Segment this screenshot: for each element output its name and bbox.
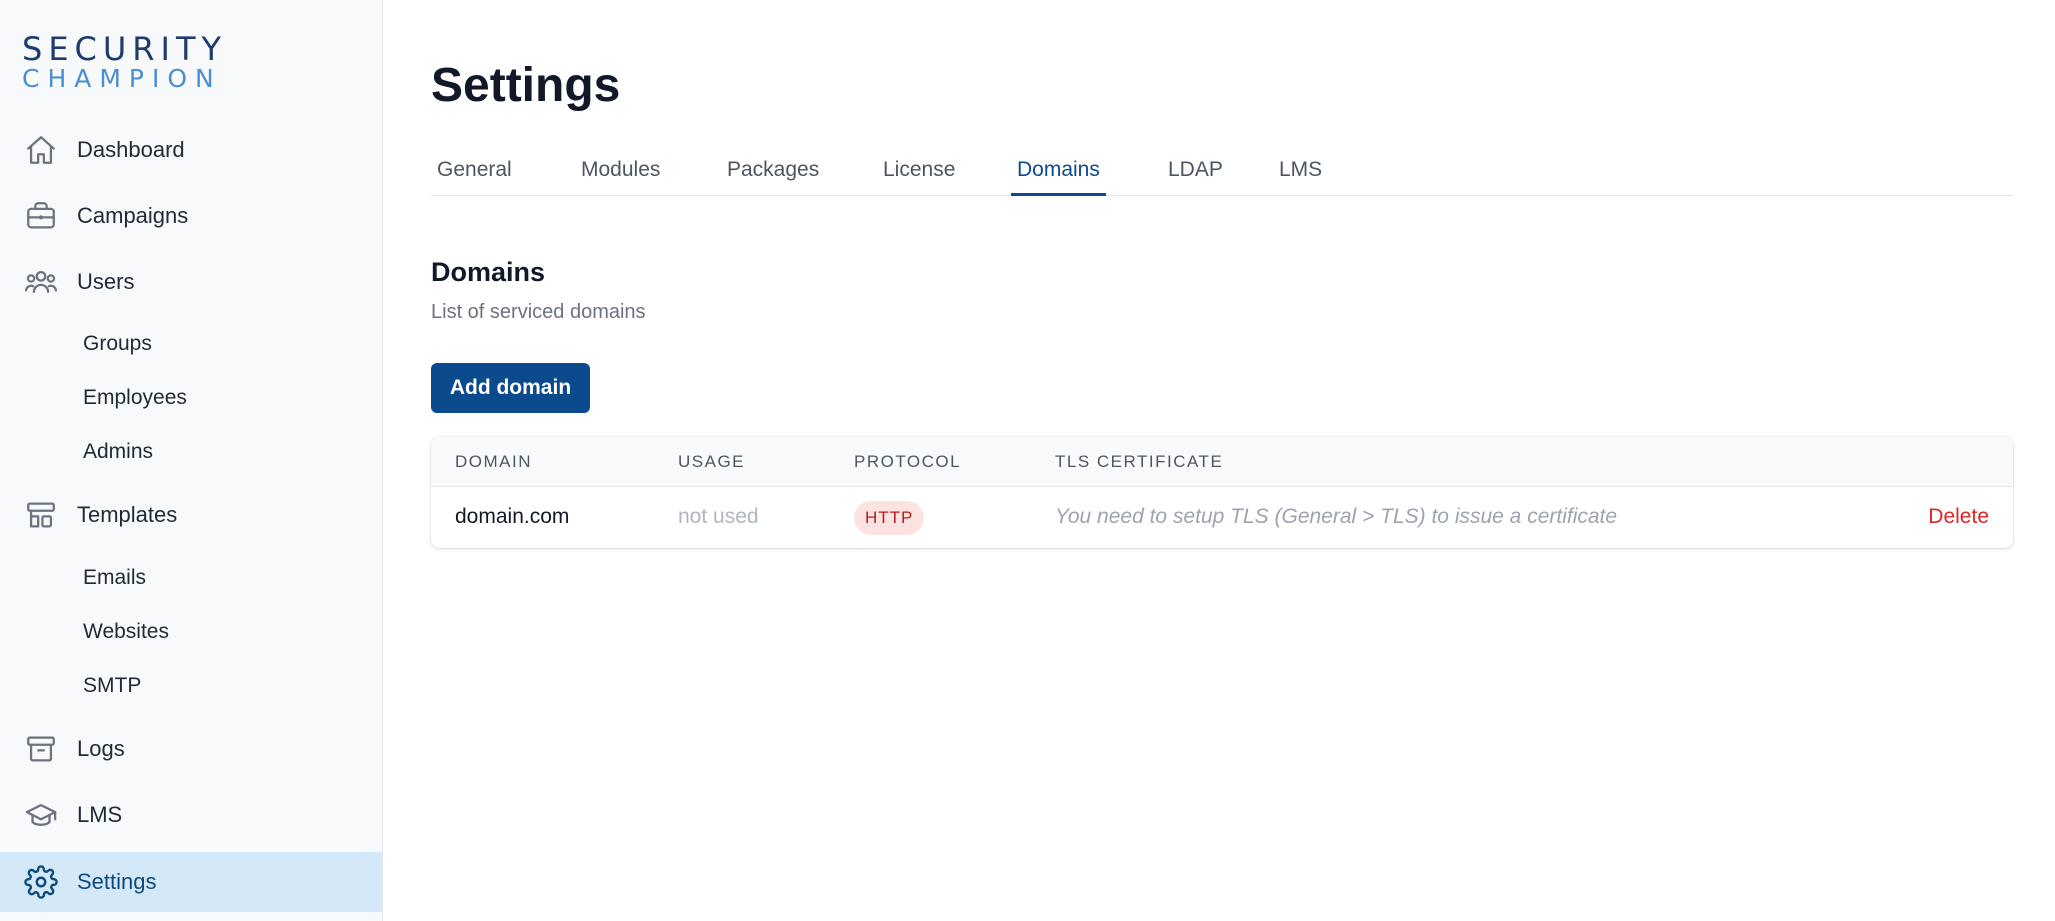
sidebar-item-label: LMS: [77, 802, 123, 827]
sidebar-subitem-smtp[interactable]: SMTP: [0, 662, 382, 710]
sidebar-subitem-employees[interactable]: Employees: [0, 374, 382, 422]
logo-line1: SECURITY: [22, 30, 228, 68]
sidebar-item-label: Emails: [83, 566, 147, 589]
sidebar-item-lms[interactable]: LMS: [0, 786, 382, 844]
settings-tabs: General Modules Packages License Domains…: [431, 150, 2013, 196]
graduation-cap-icon: [24, 798, 58, 832]
sidebar-subitem-websites[interactable]: Websites: [0, 608, 382, 656]
column-header-domain: DOMAIN: [455, 452, 532, 471]
sidebar-item-templates[interactable]: Templates: [0, 486, 382, 544]
sidebar-item-users[interactable]: Users: [0, 253, 382, 311]
sidebar: SECURITY CHAMPION Dashboard Campaigns Us…: [0, 0, 383, 921]
sidebar-item-label: Users: [77, 269, 135, 294]
sidebar-item-label: Dashboard: [77, 137, 185, 162]
security-champion-logo[interactable]: SECURITY CHAMPION: [22, 30, 221, 96]
tab-packages[interactable]: Packages: [721, 158, 825, 196]
tab-lms[interactable]: LMS: [1273, 158, 1328, 196]
sidebar-item-settings[interactable]: Settings: [0, 852, 382, 912]
sidebar-item-label: Groups: [83, 332, 152, 355]
users-icon: [24, 265, 58, 299]
delete-domain-link[interactable]: Delete: [1928, 505, 1989, 529]
home-icon: [24, 133, 58, 167]
sidebar-subitem-groups[interactable]: Groups: [0, 320, 382, 368]
sidebar-subitem-admins[interactable]: Admins: [0, 428, 382, 476]
column-header-protocol: PROTOCOL: [854, 452, 962, 471]
add-domain-button[interactable]: Add domain: [431, 363, 590, 413]
tab-ldap[interactable]: LDAP: [1162, 158, 1229, 196]
table-row: domain.com not used HTTP You need to set…: [431, 487, 2013, 548]
section-title: Domains: [431, 257, 546, 287]
tls-certificate-cell: You need to setup TLS (General > TLS) to…: [1055, 505, 1618, 528]
sidebar-item-label: Admins: [83, 440, 154, 463]
section-subtitle: List of serviced domains: [431, 301, 646, 323]
gear-icon: [24, 865, 58, 899]
sidebar-item-campaigns[interactable]: Campaigns: [0, 187, 382, 245]
column-header-tls-certificate: TLS CERTIFICATE: [1055, 452, 1224, 471]
logo-line2: CHAMPION: [22, 64, 222, 93]
sidebar-item-label: Campaigns: [77, 203, 189, 228]
templates-icon: [24, 498, 58, 532]
column-header-usage: USAGE: [678, 452, 746, 471]
sidebar-item-logs[interactable]: Logs: [0, 720, 382, 778]
tab-general[interactable]: General: [431, 158, 518, 196]
archive-icon: [24, 732, 58, 766]
tab-domains[interactable]: Domains: [1011, 158, 1106, 196]
tab-license[interactable]: License: [877, 158, 961, 196]
table-header: DOMAIN USAGE PROTOCOL TLS CERTIFICATE: [431, 437, 2013, 487]
sidebar-item-label: Settings: [77, 869, 157, 894]
protocol-badge: HTTP: [854, 501, 925, 535]
sidebar-item-label: Logs: [77, 736, 125, 761]
sidebar-item-label: Templates: [77, 502, 178, 527]
usage-cell: not used: [678, 505, 759, 528]
tab-modules[interactable]: Modules: [575, 158, 666, 196]
page-title: Settings: [431, 59, 621, 112]
sidebar-item-dashboard[interactable]: Dashboard: [0, 121, 382, 179]
domains-table: DOMAIN USAGE PROTOCOL TLS CERTIFICATE do…: [431, 437, 2013, 548]
sidebar-item-label: Employees: [83, 386, 187, 409]
sidebar-item-label: Websites: [83, 620, 169, 643]
sidebar-subitem-emails[interactable]: Emails: [0, 554, 382, 602]
briefcase-icon: [24, 199, 58, 233]
sidebar-item-label: SMTP: [83, 674, 142, 697]
domain-cell: domain.com: [455, 505, 570, 528]
